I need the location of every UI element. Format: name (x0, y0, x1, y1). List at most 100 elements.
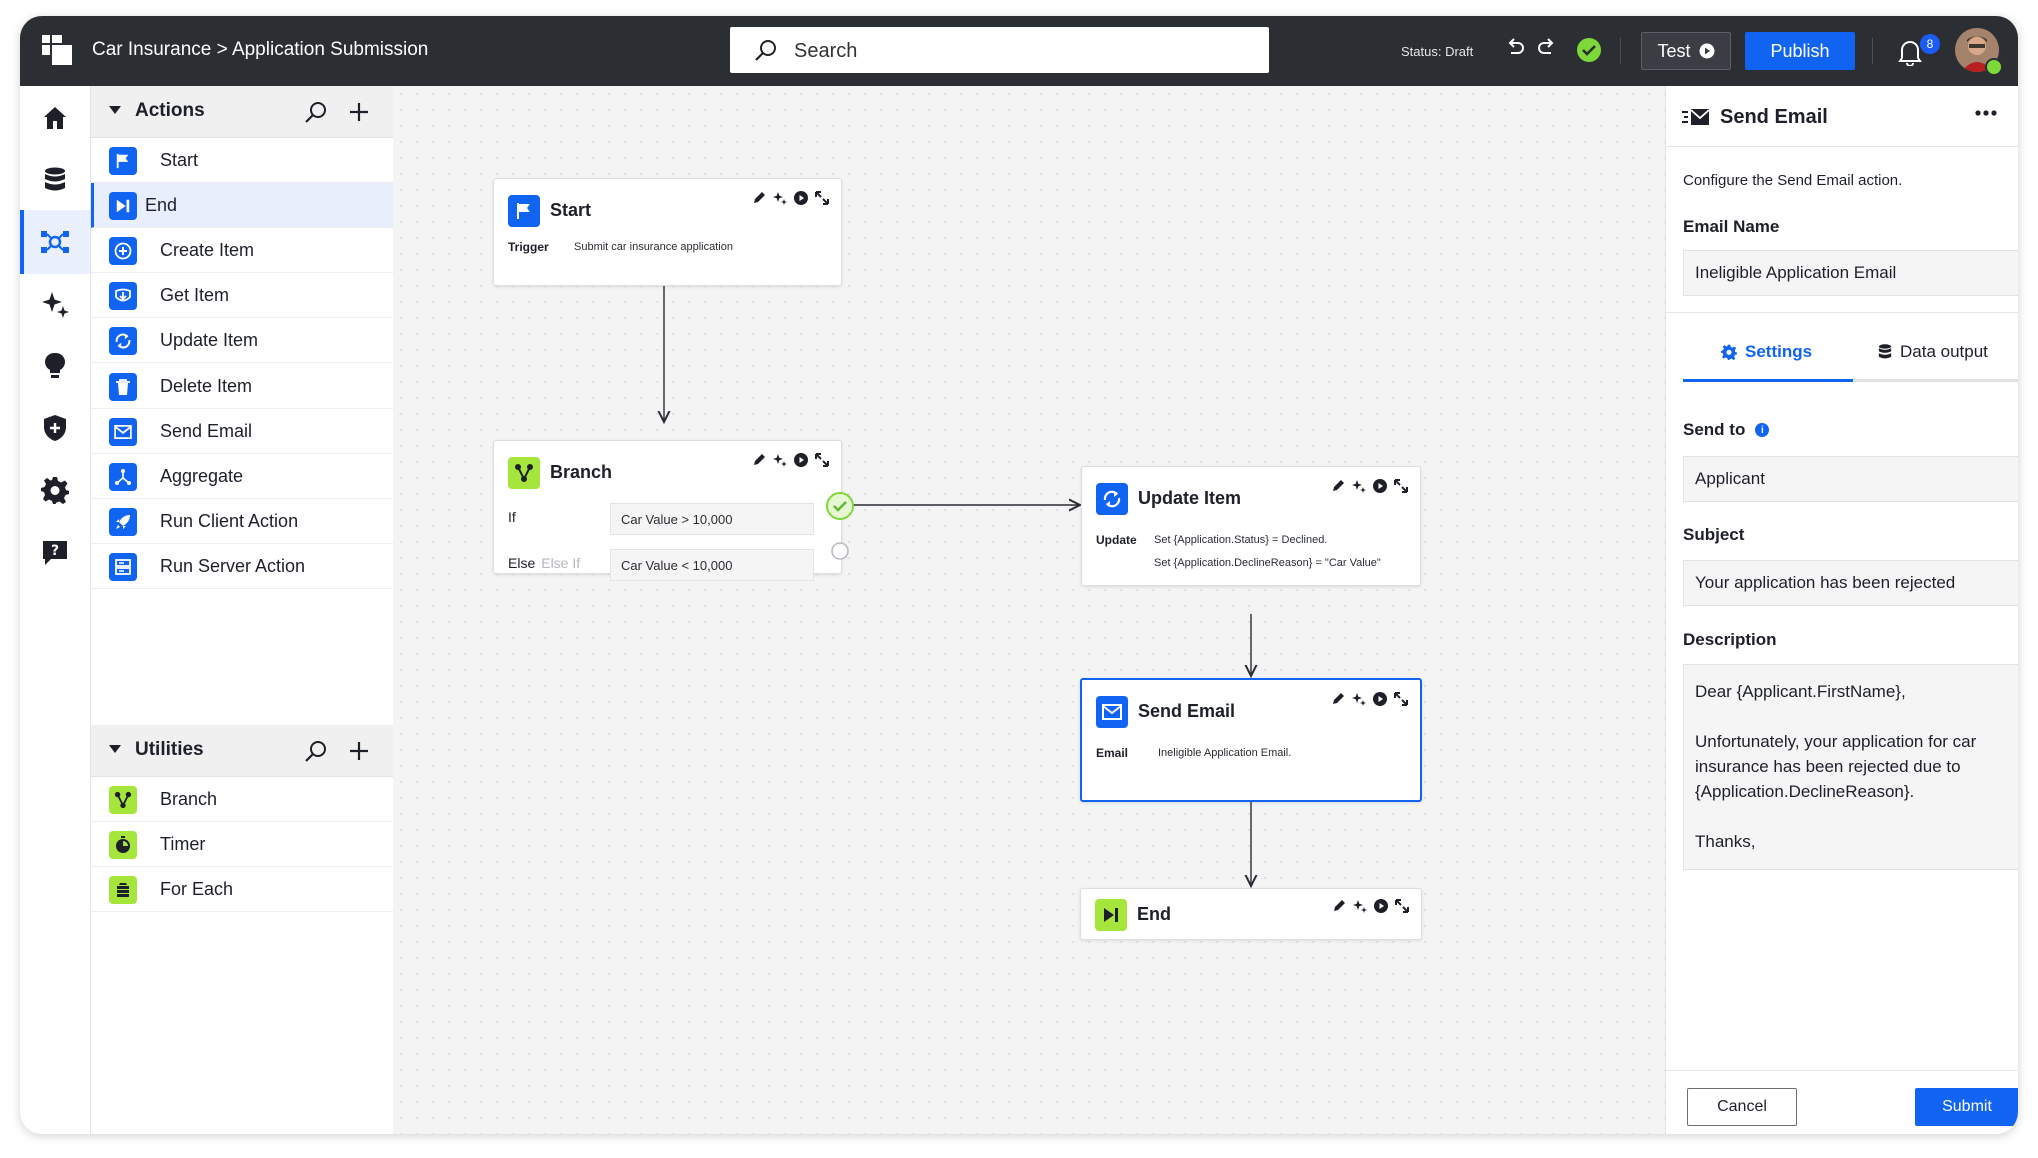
palette-item-get-item[interactable]: Get Item (91, 273, 393, 319)
ai-sparkle-icon[interactable] (773, 453, 787, 467)
rail-help[interactable]: ? (20, 520, 90, 584)
else-if-label[interactable]: Else If (541, 555, 580, 571)
expand-icon[interactable] (1395, 899, 1409, 913)
edit-icon[interactable] (752, 191, 766, 205)
run-icon[interactable] (1374, 899, 1388, 913)
palette-item-delete-item[interactable]: Delete Item (91, 364, 393, 409)
email-icon (109, 417, 137, 446)
expand-icon[interactable] (815, 453, 829, 467)
send-to-input[interactable] (1683, 456, 2018, 502)
test-button[interactable]: Test (1641, 32, 1731, 70)
palette-item-run-server-action[interactable]: Run Server Action (91, 544, 393, 589)
node-title: Update Item (1138, 488, 1242, 508)
status-text: Status: Draft (1401, 44, 1474, 59)
flow-canvas[interactable]: Start Trigger Submit car insurance appli… (393, 86, 1665, 1134)
palette-item-start[interactable]: Start (91, 138, 393, 183)
saved-check-icon (1577, 38, 1601, 62)
tab-data-output[interactable]: Data output (1878, 342, 1988, 362)
rail-ideas[interactable] (20, 334, 90, 398)
edit-icon[interactable] (1331, 479, 1345, 493)
ai-sparkle-icon[interactable] (1352, 479, 1366, 493)
rocket-icon (109, 507, 137, 536)
search-input[interactable] (792, 35, 1236, 67)
rail-settings[interactable] (20, 458, 90, 522)
server-icon (109, 552, 137, 581)
timer-icon (109, 831, 137, 860)
rail-ai[interactable] (20, 272, 90, 336)
edit-icon[interactable] (1331, 692, 1345, 706)
email-value: Ineligible Application Email. (1158, 747, 1292, 759)
publish-button[interactable]: Publish (1745, 32, 1855, 70)
run-icon[interactable] (794, 191, 808, 205)
palette-item-update-item[interactable]: Update Item (91, 318, 393, 364)
node-title: Send Email (1138, 701, 1236, 721)
utilities-section-header[interactable]: Utilities (91, 725, 393, 777)
if-condition-field[interactable]: Car Value > 10,000 (610, 503, 814, 535)
rail-home[interactable] (20, 86, 90, 150)
expand-icon[interactable] (815, 191, 829, 205)
palette-item-run-client-action[interactable]: Run Client Action (91, 499, 393, 544)
end-node[interactable]: End (1080, 888, 1422, 940)
description-textarea[interactable]: Dear {Applicant.FirstName}, Unfortunatel… (1683, 664, 2018, 870)
node-title: End (1137, 904, 1171, 924)
branch-node[interactable]: Branch If Car Value > 10,000 Else Else If… (493, 440, 842, 581)
palette-item-for-each[interactable]: For Each (91, 867, 393, 913)
palette-item-send-email[interactable]: Send Email (91, 409, 393, 454)
more-options-icon[interactable] (1974, 108, 1998, 118)
panel-divider (1666, 1070, 2018, 1071)
edit-icon[interactable] (1332, 899, 1346, 913)
flag-icon (508, 195, 540, 227)
search-box[interactable] (730, 27, 1269, 73)
palette-item-end[interactable]: End (91, 183, 393, 229)
collapse-caret-icon[interactable] (109, 745, 121, 753)
run-icon[interactable] (794, 453, 808, 467)
run-icon[interactable] (1373, 479, 1387, 493)
palette-item-aggregate[interactable]: Aggregate (91, 454, 393, 499)
else-condition-field[interactable]: Car Value < 10,000 (610, 549, 814, 581)
collapse-caret-icon[interactable] (109, 106, 121, 114)
sparkle-icon (42, 292, 69, 318)
rail-security[interactable] (20, 396, 90, 460)
foreach-icon (109, 876, 137, 905)
app-logo-icon[interactable] (42, 35, 72, 65)
palette-item-timer[interactable]: Timer (91, 822, 393, 868)
expand-icon[interactable] (1394, 479, 1408, 493)
rail-workflows[interactable] (20, 210, 90, 274)
run-icon[interactable] (1373, 692, 1387, 706)
start-node[interactable]: Start Trigger Submit car insurance appli… (493, 178, 842, 286)
send-email-node[interactable]: Send Email Email Ineligible Application … (1080, 678, 1422, 802)
ai-sparkle-icon[interactable] (1352, 692, 1366, 706)
actions-section-header[interactable]: Actions (91, 86, 393, 138)
update-item-node[interactable]: Update Item Update Set {Application.Stat… (1081, 466, 1421, 586)
rail-database[interactable] (20, 148, 90, 212)
else-port-icon[interactable] (830, 541, 850, 561)
redo-icon[interactable] (1535, 38, 1557, 60)
add-icon[interactable] (347, 739, 371, 763)
shield-icon (44, 415, 66, 441)
breadcrumb[interactable]: Car Insurance > Application Submission (92, 39, 428, 61)
palette-item-create-item[interactable]: Create Item (91, 228, 393, 274)
subject-input[interactable] (1683, 560, 2018, 606)
search-icon[interactable] (304, 100, 328, 124)
bell-icon[interactable] (1898, 38, 1922, 66)
undo-icon[interactable] (1505, 38, 1527, 60)
search-icon[interactable] (304, 739, 328, 763)
email-label: Email (1096, 746, 1129, 760)
submit-button[interactable]: Submit (1915, 1088, 2018, 1126)
else-labels: Else Else If (508, 555, 580, 571)
palette-item-label: Branch (160, 789, 218, 809)
palette-item-branch[interactable]: Branch (91, 777, 393, 822)
email-name-input[interactable] (1683, 250, 2018, 296)
test-button-label: Test (1657, 40, 1691, 61)
add-icon[interactable] (347, 100, 371, 124)
info-icon[interactable]: i (1755, 423, 1770, 437)
tab-settings[interactable]: Settings (1721, 342, 1812, 362)
if-port-connected-icon[interactable] (825, 491, 855, 521)
cancel-button[interactable]: Cancel (1687, 1088, 1797, 1126)
panel-description: Configure the Send Email action. (1683, 172, 1903, 189)
edit-icon[interactable] (752, 453, 766, 467)
online-status-dot (1985, 58, 2003, 76)
ai-sparkle-icon[interactable] (773, 191, 787, 205)
ai-sparkle-icon[interactable] (1353, 899, 1367, 913)
expand-icon[interactable] (1394, 692, 1408, 706)
